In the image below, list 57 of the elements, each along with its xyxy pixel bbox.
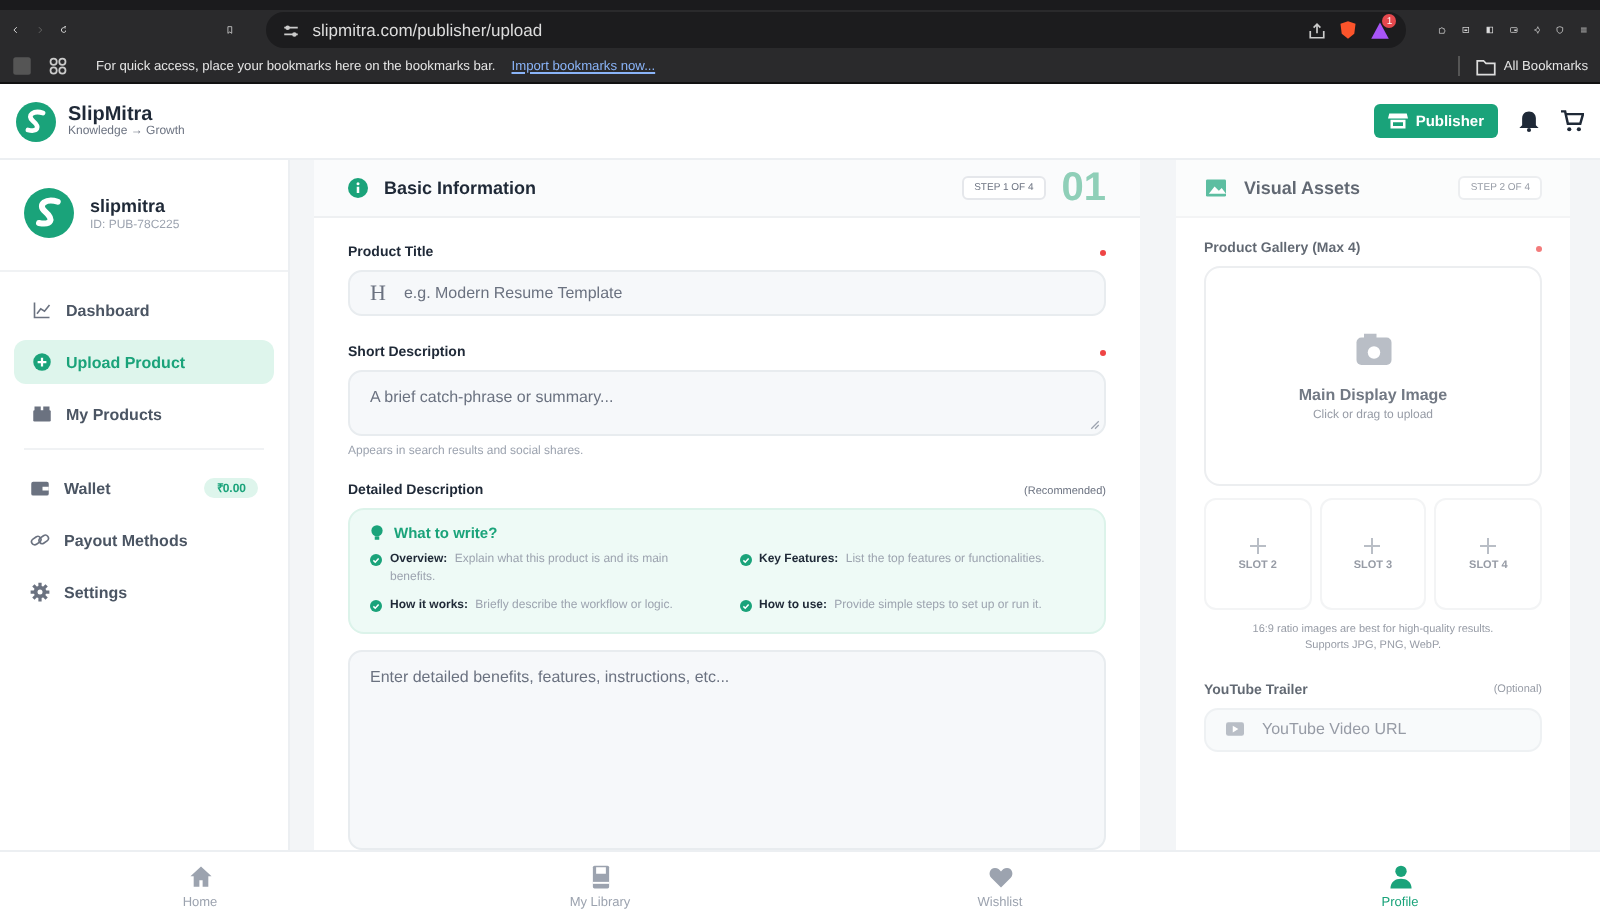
sidebar-item[interactable]: Settings: [24, 570, 264, 614]
brand-name: SlipMitra: [68, 104, 153, 126]
site-settings-icon[interactable]: [282, 21, 301, 39]
avatar-logo: [24, 188, 74, 238]
sparkle-icon[interactable]: [1533, 20, 1541, 40]
description-textarea[interactable]: A brief catch-phrase or summary...: [348, 370, 1106, 436]
profile-name: slipmitra: [90, 195, 168, 215]
section-title: Basic Information: [384, 178, 537, 198]
sidebar-item[interactable]: Upload Product: [14, 340, 274, 384]
link-icon: [30, 530, 50, 550]
plus-circle-icon: [32, 352, 52, 372]
video-icon: [1226, 722, 1244, 736]
input-placeholder: YouTube Video URL: [1262, 720, 1407, 738]
sidebar-item[interactable]: Payout Methods: [24, 518, 264, 562]
store-icon: [1387, 112, 1408, 130]
apps-grid-icon[interactable]: [48, 56, 68, 76]
lion-shield-icon[interactable]: [1338, 20, 1359, 40]
step-number: 01: [1061, 168, 1106, 208]
wallet-icon: [30, 478, 50, 498]
sidebar-icon[interactable]: [1485, 20, 1494, 40]
input-placeholder: e.g. Modern Resume Template: [403, 284, 623, 302]
section-title: Visual Assets: [1244, 178, 1361, 198]
details-textarea[interactable]: Enter detailed benefits, features, instructions, etc...: [348, 650, 1106, 850]
image-icon: [1204, 178, 1228, 198]
chart-icon: [32, 300, 52, 320]
share-icon[interactable]: [1308, 21, 1327, 39]
heading-icon: H: [370, 281, 386, 305]
camera-icon: [1353, 331, 1393, 367]
sidebar-item[interactable]: Dashboard: [14, 288, 274, 332]
title-input[interactable]: H e.g. Modern Resume Template: [348, 270, 1106, 316]
plus-icon: [1364, 537, 1381, 553]
bell-icon[interactable]: [1518, 110, 1540, 132]
sidebar-item[interactable]: My Products: [14, 392, 274, 436]
home-icon: [187, 864, 213, 890]
vpn-shield-icon[interactable]: [1556, 20, 1565, 40]
logo-icon: [16, 101, 56, 141]
check-circle-icon: [739, 554, 751, 566]
textarea-placeholder: A brief catch-phrase or summary...: [370, 388, 614, 406]
person-icon: [1387, 864, 1413, 890]
cart-icon[interactable]: [1560, 110, 1584, 132]
info-icon: [348, 178, 368, 198]
dropzone-title: Main Display Image: [1298, 385, 1448, 403]
plus-icon: [1249, 537, 1266, 553]
plus-icon: [1480, 537, 1497, 553]
book-icon: [587, 864, 613, 890]
gear-icon: [30, 582, 50, 602]
check-circle-icon: [370, 554, 382, 566]
resize-grip-icon: [1090, 420, 1100, 430]
folder-icon: [1475, 57, 1496, 75]
check-circle-icon: [739, 600, 751, 613]
bulb-icon: [370, 524, 384, 542]
bookmark-icon[interactable]: [226, 20, 235, 40]
heart-icon: [987, 864, 1013, 890]
triangle-icon[interactable]: [1370, 20, 1391, 40]
boxes-icon: [32, 404, 52, 424]
textarea-placeholder: Enter detailed benefits, features, instructions, etc...: [370, 668, 730, 687]
check-circle-icon: [370, 600, 382, 613]
